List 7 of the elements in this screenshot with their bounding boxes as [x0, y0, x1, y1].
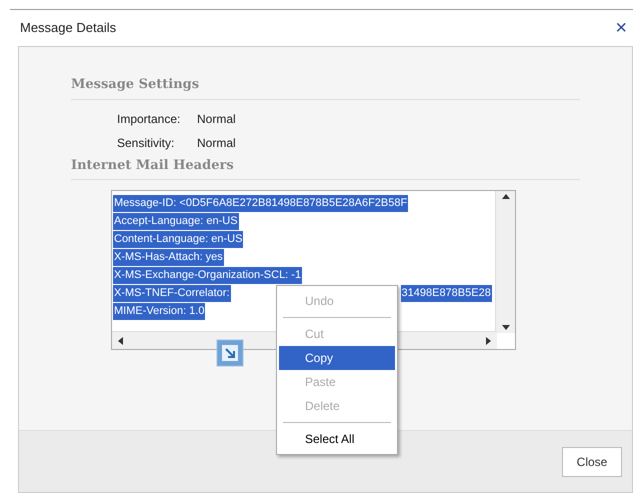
field-label: Importance: — [117, 110, 182, 128]
field-value: Normal — [197, 110, 236, 128]
field-label: Sensitivity: — [117, 134, 176, 152]
section-heading: Internet Mail Headers — [71, 158, 234, 172]
field-value: Normal — [197, 134, 236, 152]
section-heading: Message Settings — [71, 77, 200, 92]
window-title: Message Details — [20, 19, 116, 38]
